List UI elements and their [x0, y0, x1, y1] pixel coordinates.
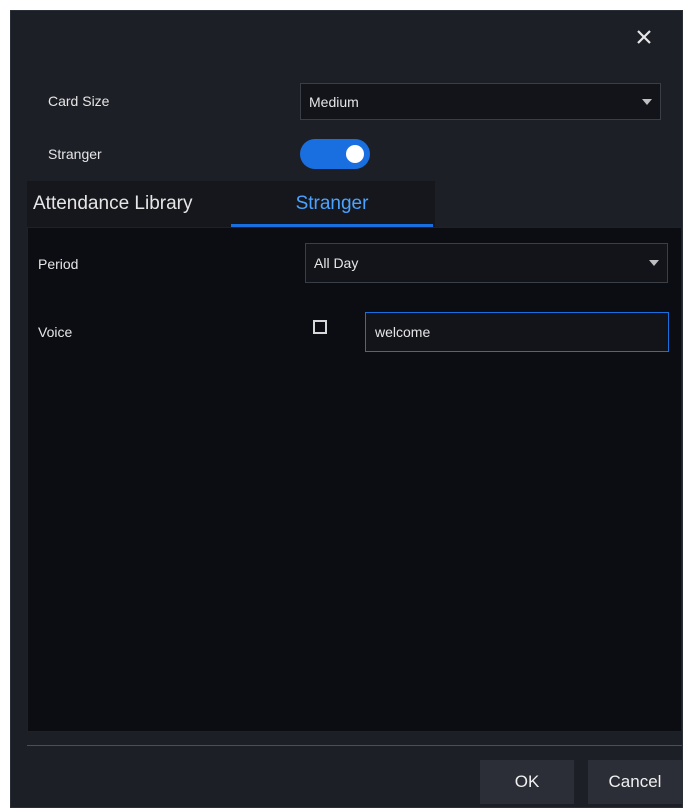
footer-divider: [27, 745, 682, 746]
tab-stranger[interactable]: Stranger: [231, 181, 433, 227]
period-value: All Day: [314, 255, 359, 271]
voice-label: Voice: [38, 324, 73, 340]
stranger-panel: [27, 227, 682, 732]
toggle-knob: [346, 145, 364, 163]
card-size-select[interactable]: Medium: [300, 83, 661, 120]
tab-bar: Attendance Library Stranger: [27, 181, 435, 227]
period-select[interactable]: All Day: [305, 243, 668, 283]
chevron-down-icon: [649, 260, 659, 266]
close-button[interactable]: [634, 27, 654, 47]
voice-checkbox[interactable]: [313, 320, 327, 334]
close-icon: [637, 30, 651, 44]
stranger-toggle-label: Stranger: [48, 146, 102, 162]
chevron-down-icon: [642, 98, 652, 105]
period-label: Period: [38, 256, 79, 272]
card-size-value: Medium: [309, 93, 359, 110]
ok-button[interactable]: OK: [480, 760, 574, 804]
stranger-toggle[interactable]: [300, 139, 370, 169]
tab-attendance-library[interactable]: Attendance Library: [33, 181, 193, 227]
card-size-label: Card Size: [48, 93, 110, 109]
voice-text-input[interactable]: [365, 312, 669, 352]
cancel-button[interactable]: Cancel: [588, 760, 682, 804]
